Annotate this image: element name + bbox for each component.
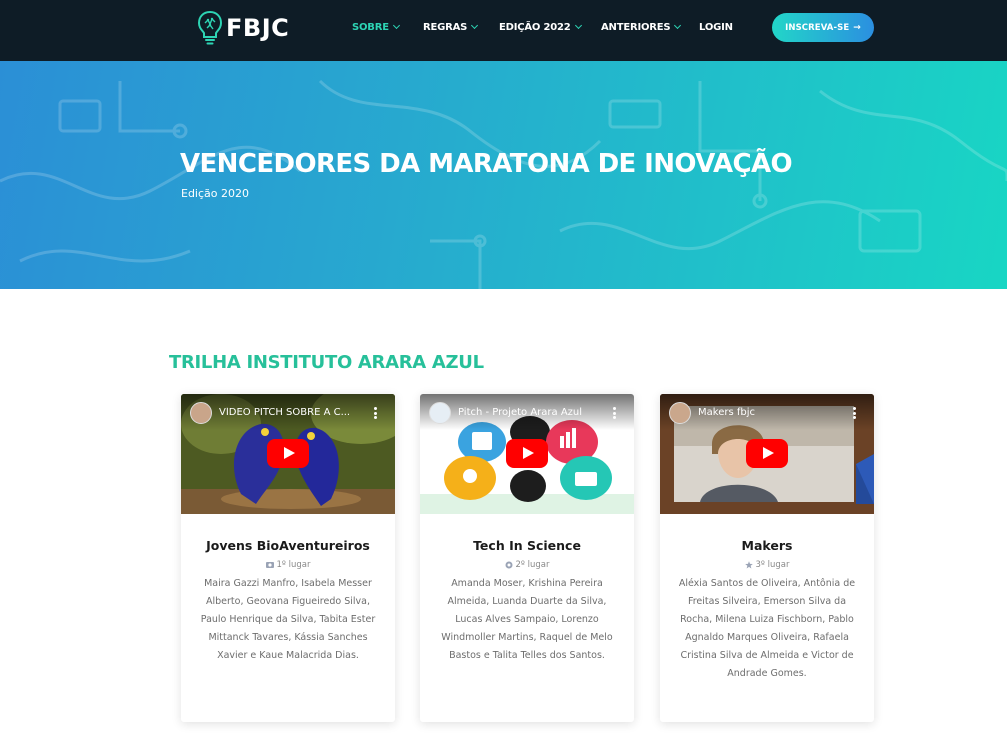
more-options-icon[interactable] — [373, 407, 377, 419]
menu-item-login[interactable]: LOGIN — [699, 19, 733, 35]
team-members: Aléxia Santos de Oliveira, Antônia de Fr… — [678, 578, 856, 679]
star-icon — [744, 561, 753, 569]
menu-item-regras[interactable]: REGRAS — [423, 19, 479, 35]
menu-label: EDIÇÃO 2022 — [499, 21, 571, 33]
cta-label: INSCREVA-SE — [785, 22, 850, 33]
menu-label: SOBRE — [352, 21, 389, 33]
team-members: Maira Gazzi Manfro, Isabela Messer Alber… — [200, 578, 376, 661]
menu-label: REGRAS — [423, 21, 468, 33]
menu-label: LOGIN — [699, 21, 733, 33]
inscreva-se-button[interactable]: INSCREVA-SE → — [772, 13, 874, 42]
video-title[interactable]: VÍDEO PITCH SOBRE A C... — [219, 407, 350, 418]
section-title: TRILHA INSTITUTO ARARA AZUL — [169, 352, 484, 373]
logo-text: FBJC — [226, 14, 290, 42]
more-options-icon[interactable] — [852, 407, 856, 419]
placement-badge: 2º lugar — [420, 560, 634, 570]
placement-badge: 1º lugar — [181, 560, 395, 570]
arrow-right-icon: → — [853, 22, 861, 33]
chevron-down-icon — [674, 21, 682, 30]
page-title: VENCEDORES DA MARATONA DE INOVAÇÃO — [180, 149, 793, 179]
team-members: Amanda Moser, Krishina Pereira Almeida, … — [441, 578, 613, 661]
placement-badge: 3º lugar — [660, 560, 874, 570]
placement-label: 1º lugar — [276, 560, 311, 570]
team-name: Jovens BioAventureiros — [206, 538, 370, 553]
placement-label: 2º lugar — [515, 560, 550, 570]
menu-label: ANTERIORES — [601, 21, 671, 33]
video-title[interactable]: Pitch - Projeto Arara Azul — [458, 407, 582, 418]
winner-card-1: VÍDEO PITCH SOBRE A C... Jovens BioAvent… — [181, 394, 395, 722]
chevron-down-icon — [574, 21, 582, 30]
team-name: Makers — [741, 538, 793, 553]
page-subtitle: Edição 2020 — [181, 187, 249, 200]
play-button-icon[interactable] — [506, 439, 548, 468]
top-navbar: FBJC SOBRE REGRAS EDIÇÃO 2022 ANTERIORES… — [0, 0, 1007, 61]
menu-item-anteriores[interactable]: ANTERIORES — [601, 19, 682, 35]
video-embed[interactable]: Pitch - Projeto Arara Azul — [420, 394, 634, 514]
video-embed[interactable]: Makers fbjc — [660, 394, 874, 514]
award-icon — [505, 561, 513, 569]
video-topbar — [660, 394, 874, 430]
video-embed[interactable]: VÍDEO PITCH SOBRE A C... — [181, 394, 395, 514]
lightbulb-logo-icon — [197, 10, 223, 45]
menu-item-sobre[interactable]: SOBRE — [352, 19, 400, 35]
hero-banner: VENCEDORES DA MARATONA DE INOVAÇÃO Ediçã… — [0, 61, 1007, 289]
site-logo[interactable]: FBJC — [197, 9, 289, 47]
play-button-icon[interactable] — [746, 439, 788, 468]
placement-label: 3º lugar — [755, 560, 790, 570]
chevron-down-icon — [471, 21, 479, 30]
play-button-icon[interactable] — [267, 439, 309, 468]
more-options-icon[interactable] — [612, 407, 616, 419]
team-name: Tech In Science — [473, 538, 581, 553]
winner-card-2: Pitch - Projeto Arara Azul Tech In Scien… — [420, 394, 634, 722]
channel-avatar[interactable] — [429, 402, 451, 424]
video-title[interactable]: Makers fbjc — [698, 407, 755, 418]
menu-item-edicao-2022[interactable]: EDIÇÃO 2022 — [499, 19, 582, 35]
medal-icon — [265, 562, 274, 568]
channel-avatar[interactable] — [669, 402, 691, 424]
winner-card-3: Makers fbjc Makers 3º lugar Aléxia Santo… — [660, 394, 874, 722]
chevron-down-icon — [392, 21, 400, 30]
channel-avatar[interactable] — [190, 402, 212, 424]
